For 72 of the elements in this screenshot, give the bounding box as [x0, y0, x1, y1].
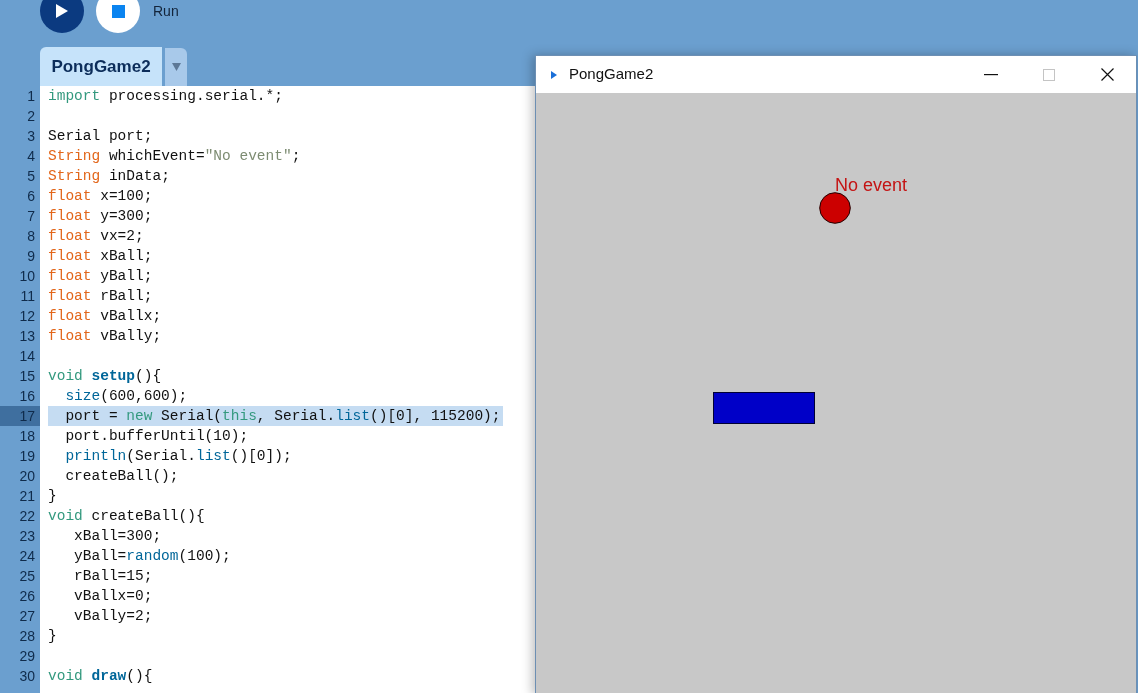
code-line: port = new Serial(this, Serial.list()[0], 115200);: [65, 408, 501, 424]
code-line: String whichEvent="No event";: [48, 148, 301, 164]
line-number: 11: [20, 287, 35, 306]
run-button[interactable]: [40, 0, 84, 33]
code-line: println(Serial.list()[0]);: [65, 448, 292, 464]
play-icon: [56, 4, 68, 18]
line-number: 26: [19, 587, 35, 606]
ball: [819, 192, 851, 224]
line-number: 9: [27, 247, 35, 266]
code-line: }: [48, 488, 57, 504]
code-line: vBally=2;: [74, 608, 153, 624]
line-number: 20: [19, 467, 35, 486]
code-line: float vBally;: [48, 328, 162, 344]
code-line: yBall=random(100);: [74, 548, 231, 564]
line-number: 12: [19, 307, 35, 326]
file-tab[interactable]: PongGame2: [40, 47, 162, 86]
code-line: float xBall;: [48, 248, 153, 264]
code-line: float x=100;: [48, 188, 153, 204]
line-number: 4: [27, 147, 35, 166]
code-line: void setup(){: [48, 368, 162, 384]
code-line: rBall=15;: [74, 568, 153, 584]
close-icon: [1100, 68, 1114, 81]
line-number: 22: [19, 507, 35, 526]
code-line: port.bufferUntil(10);: [65, 428, 249, 444]
line-number: 28: [19, 627, 35, 646]
stop-icon: [111, 4, 125, 18]
code-line: float y=300;: [48, 208, 153, 224]
code-line: import processing.serial.*;: [48, 88, 283, 104]
line-number: 6: [27, 187, 35, 206]
line-number: 25: [19, 567, 35, 586]
run-label: Run: [153, 2, 179, 21]
stop-button[interactable]: [96, 0, 140, 33]
event-label: No event: [835, 176, 908, 194]
line-number: 10: [19, 267, 35, 286]
line-number: 24: [19, 547, 35, 566]
line-number: 3: [27, 127, 35, 146]
line-number: 19: [19, 447, 35, 466]
code-line: float yBall;: [48, 268, 153, 284]
code-line: float rBall;: [48, 288, 153, 304]
code-line: void createBall(){: [48, 508, 205, 524]
line-number: 21: [19, 487, 35, 506]
line-number: 29: [19, 647, 35, 666]
code-line: String inData;: [48, 168, 170, 184]
code-line: createBall();: [65, 468, 179, 484]
line-number: 17: [19, 407, 35, 426]
line-number: 1: [27, 87, 35, 106]
minimize-icon: [984, 73, 998, 76]
line-number: 7: [27, 207, 35, 226]
line-number: 14: [19, 347, 35, 366]
tab-menu-button[interactable]: [165, 48, 187, 86]
code-line: void draw(){: [48, 668, 153, 684]
triangle-icon: [551, 70, 557, 79]
caret-icon: [171, 63, 181, 71]
line-number: 27: [19, 607, 35, 626]
line-number: 15: [19, 367, 35, 386]
line-number: 5: [27, 167, 35, 186]
code-line: Serial port;: [48, 128, 153, 144]
line-number: 8: [27, 227, 35, 246]
line-number: 13: [19, 327, 35, 346]
code-line: xBall=300;: [74, 528, 162, 544]
window-title: PongGame2: [569, 64, 654, 85]
line-number: 16: [19, 387, 35, 406]
code-line: size(600,600);: [65, 388, 188, 404]
line-number: 18: [19, 427, 35, 446]
maximize-icon: [1043, 68, 1055, 81]
code-line: float vx=2;: [48, 228, 144, 244]
line-number: 2: [27, 107, 35, 126]
line-number: 30: [19, 667, 35, 686]
line-number: 23: [19, 527, 35, 546]
code-line: vBallx=0;: [74, 588, 153, 604]
code-line: }: [48, 628, 57, 644]
code-line: float vBallx;: [48, 308, 162, 324]
